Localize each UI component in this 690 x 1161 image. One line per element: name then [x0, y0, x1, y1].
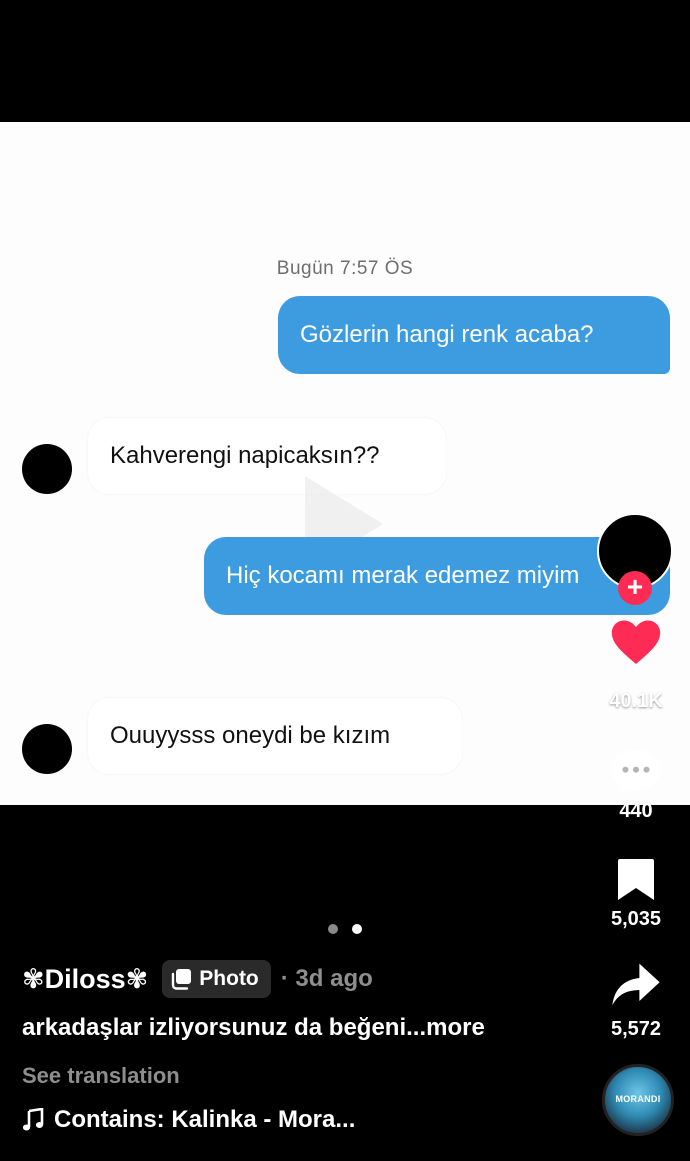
photo-badge-label: Photo [199, 967, 259, 990]
chat-message-incoming: Ouuyysss oneydi be kızım [88, 698, 462, 774]
message-text: Gözlerin hangi renk acaba? [300, 321, 594, 348]
share-button[interactable]: 5,572 [600, 960, 672, 1041]
share-icon [612, 963, 660, 1006]
comment-icon [611, 749, 661, 796]
comment-count: 440 [619, 800, 653, 822]
chat-message-outgoing: Gözlerin hangi renk acaba? [278, 296, 670, 374]
caption[interactable]: arkadaşlar izliyorsunuz da beğeni...more [22, 1014, 485, 1042]
disc-label: MORANDI [615, 1094, 661, 1104]
comment-button[interactable]: 440 [600, 746, 672, 823]
bookmark-icon [618, 859, 654, 900]
carousel-dot[interactable] [328, 924, 338, 934]
music-note-icon [22, 1108, 44, 1131]
redacted-avatar [22, 724, 72, 774]
message-text: Hiç kocamı merak edemez miyim [226, 562, 580, 589]
like-count: 40.1K [609, 690, 663, 712]
message-text: Ouuyysss oneydi be kızım [110, 722, 391, 749]
redacted-avatar [22, 444, 72, 494]
post-photo[interactable]: Bugün 7:57 ÖS Gözlerin hangi renk acaba?… [0, 122, 690, 805]
music-title: Contains: Kalinka - Mora... [54, 1106, 356, 1133]
chat-message-incoming: Kahverengi napicaksın?? [88, 418, 446, 494]
follow-button[interactable]: + [618, 571, 652, 605]
music-disc[interactable]: MORANDI [602, 1064, 674, 1136]
heart-icon [611, 620, 661, 664]
photo-icon [172, 969, 192, 990]
caption-more-link[interactable]: more [426, 1014, 485, 1041]
message-text: Kahverengi napicaksın?? [110, 442, 380, 469]
carousel-indicator [0, 924, 690, 934]
carousel-dot-active[interactable] [352, 924, 362, 934]
photo-badge: Photo [162, 960, 271, 998]
share-count: 5,572 [610, 1018, 662, 1040]
bookmark-button[interactable]: 5,035 [600, 856, 672, 931]
chat-timestamp: Bugün 7:57 ÖS [276, 258, 414, 279]
post-time: · 3d ago [280, 965, 373, 992]
music-row[interactable]: Contains: Kalinka - Mora... [22, 1106, 355, 1134]
see-translation-link[interactable]: See translation [22, 1063, 180, 1089]
like-button[interactable]: 40.1K [600, 612, 672, 713]
post-meta: ✾Diloss✾ Photo · 3d ago [22, 959, 373, 999]
caption-text: arkadaşlar izliyorsunuz da beğeni... [22, 1014, 427, 1041]
username[interactable]: ✾Diloss✾ [22, 964, 148, 995]
